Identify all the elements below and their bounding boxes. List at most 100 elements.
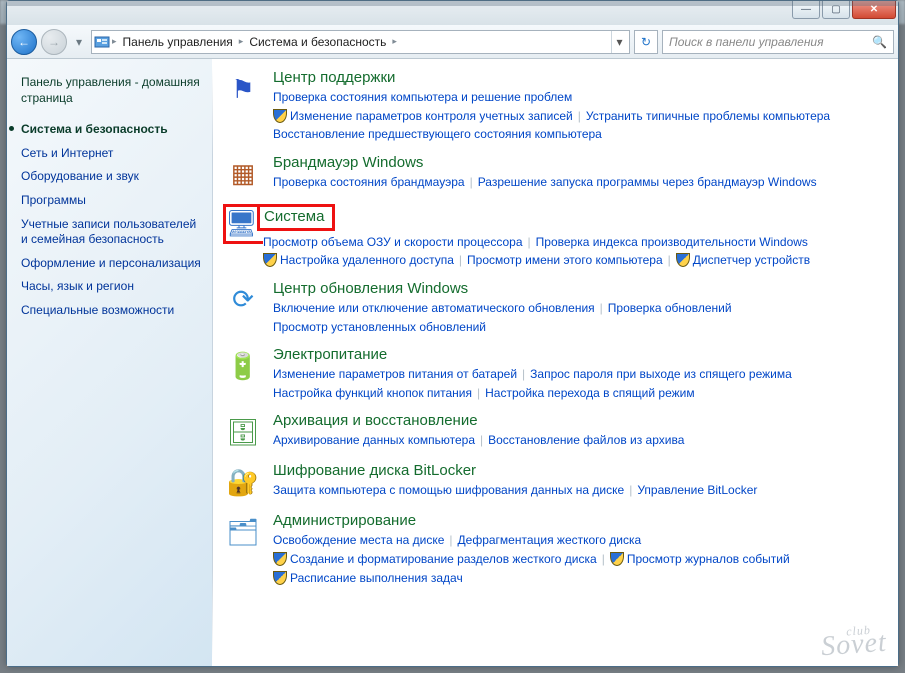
- link-separator: |: [477, 386, 480, 400]
- category: 🔐Шифрование диска BitLockerЗащита компью…: [223, 462, 882, 502]
- uac-shield-icon: [273, 109, 287, 123]
- link-row: Изменение параметров питания от батарей|…: [273, 365, 882, 384]
- task-link[interactable]: Расписание выполнения задач: [290, 571, 463, 585]
- task-link[interactable]: Устранить типичные проблемы компьютера: [586, 109, 830, 123]
- breadcrumb-sep-icon: ▸: [112, 36, 117, 47]
- close-button[interactable]: ✕: [852, 1, 896, 19]
- link-separator: |: [600, 301, 603, 315]
- uac-shield-icon: [263, 253, 277, 267]
- sidebar-item-user-accounts[interactable]: Учетные записи пользователей и семейная …: [21, 213, 204, 252]
- minimize-button[interactable]: —: [792, 1, 820, 19]
- link-separator: |: [602, 552, 605, 566]
- task-link[interactable]: Настройка удаленного доступа: [280, 253, 454, 267]
- task-link[interactable]: Проверка состояния брандмауэра: [273, 175, 465, 189]
- task-link[interactable]: Изменение параметров питания от батарей: [273, 367, 517, 381]
- link-row: Проверка состояния компьютера и решение …: [273, 88, 882, 107]
- sidebar-home-link[interactable]: Панель управления - домашняя страница: [21, 71, 204, 110]
- task-link[interactable]: Проверка индекса производительности Wind…: [536, 235, 808, 249]
- category-title-link[interactable]: Центр обновления Windows: [273, 280, 468, 297]
- sidebar-item-ease-of-access[interactable]: Специальные возможности: [21, 299, 204, 323]
- category-body: Шифрование диска BitLocker Защита компьют…: [273, 462, 882, 502]
- task-link[interactable]: Разрешение запуска программы через бранд…: [478, 175, 817, 189]
- category: ▦Брандмауэр WindowsПроверка состояния бр…: [223, 154, 882, 194]
- uac-shield-icon: [273, 571, 287, 585]
- titlebar[interactable]: — ▢ ✕: [7, 1, 898, 25]
- category-title-link[interactable]: Система: [257, 204, 335, 231]
- sidebar-item-programs[interactable]: Программы: [21, 189, 204, 213]
- sidebar: Панель управления - домашняя страница Си…: [7, 59, 212, 666]
- category: ⚑ Центр поддержки Проверка состояния компь…: [223, 69, 882, 144]
- content-pane: ⚑ Центр поддержки Проверка состояния компь…: [213, 59, 898, 666]
- breadcrumb-dropdown[interactable]: ▾: [611, 31, 627, 53]
- task-link[interactable]: Проверка состояния компьютера и решение …: [273, 90, 572, 104]
- category-title-link[interactable]: Архивация и восстановление: [273, 412, 478, 429]
- control-panel-icon: [94, 34, 110, 50]
- task-link[interactable]: Дефрагментация жесткого диска: [458, 533, 642, 547]
- link-row: Архивирование данных компьютера|Восстано…: [273, 431, 882, 450]
- task-link[interactable]: Восстановление предшествующего состояния…: [273, 127, 602, 141]
- sidebar-item-network[interactable]: Сеть и Интернет: [21, 142, 204, 166]
- sidebar-item-clock-lang-region[interactable]: Часы, язык и регион: [21, 275, 204, 299]
- category-title-link[interactable]: Администрирование: [273, 512, 416, 529]
- flag-icon: ⚑: [223, 69, 263, 109]
- link-row: Изменение параметров контроля учетных за…: [273, 107, 882, 126]
- category: 🗂АдминистрированиеОсвобождение места на …: [223, 512, 882, 587]
- link-row: Настройка удаленного доступа | Просмотр им…: [263, 251, 882, 270]
- category-body: Центр поддержки Проверка состояния компью…: [273, 69, 882, 144]
- forward-button[interactable]: →: [41, 29, 67, 55]
- category: 🖥СистемаПросмотр объема ОЗУ и скорости п…: [223, 204, 882, 270]
- breadcrumb-sep-icon: ▸: [239, 36, 244, 47]
- task-link[interactable]: Просмотр объема ОЗУ и скорости процессор…: [263, 235, 523, 249]
- task-link[interactable]: Проверка обновлений: [608, 301, 732, 315]
- link-row: Защита компьютера с помощью шифрования д…: [273, 481, 882, 500]
- back-button[interactable]: ←: [11, 29, 37, 55]
- link-separator: |: [629, 483, 632, 497]
- breadcrumb-item[interactable]: Панель управления: [119, 35, 237, 49]
- category-title-link[interactable]: Электропитание: [273, 346, 387, 363]
- sidebar-item-system-security[interactable]: Система и безопасность: [21, 118, 204, 142]
- task-link[interactable]: Настройка перехода в спящий режим: [485, 386, 694, 400]
- task-link[interactable]: Диспетчер устройств: [693, 253, 810, 267]
- task-link[interactable]: Управление BitLocker: [637, 483, 757, 497]
- uac-shield-icon: [676, 253, 690, 267]
- task-link[interactable]: Запрос пароля при выходе из спящего режи…: [530, 367, 792, 381]
- backup-icon: 🗄: [223, 412, 263, 452]
- category-title-link[interactable]: Брандмауэр Windows: [273, 154, 423, 171]
- task-link[interactable]: Включение или отключение автоматического…: [273, 301, 595, 315]
- task-link[interactable]: Освобождение места на диске: [273, 533, 444, 547]
- category-title-link[interactable]: Центр поддержки: [273, 69, 395, 86]
- task-link[interactable]: Архивирование данных компьютера: [273, 433, 475, 447]
- breadcrumb[interactable]: ▸ Панель управления ▸ Система и безопасн…: [91, 30, 630, 54]
- category: 🗄 Архивация и восстановление Архивирование…: [223, 412, 882, 452]
- power-icon: 🔋: [223, 346, 263, 386]
- task-link[interactable]: Просмотр журналов событий: [627, 552, 790, 566]
- category-body: Администрирование Освобождение места на д…: [273, 512, 882, 587]
- search-input[interactable]: Поиск в панели управления 🔍: [662, 30, 894, 54]
- maximize-button[interactable]: ▢: [822, 1, 850, 19]
- uac-shield-icon: [273, 552, 287, 566]
- category-body: Центр обновления Windows Включение или от…: [273, 280, 882, 336]
- task-link[interactable]: Защита компьютера с помощью шифрования д…: [273, 483, 624, 497]
- task-link[interactable]: Восстановление файлов из архива: [488, 433, 684, 447]
- link-separator: |: [668, 253, 671, 267]
- task-link[interactable]: Просмотр имени этого компьютера: [467, 253, 663, 267]
- task-link[interactable]: Создание и форматирование разделов жестк…: [290, 552, 597, 566]
- link-row: Проверка состояния брандмауэра | Разрешени…: [273, 173, 882, 192]
- task-link[interactable]: Настройка функций кнопок питания: [273, 386, 472, 400]
- link-separator: |: [470, 175, 473, 189]
- breadcrumb-item[interactable]: Система и безопасность: [245, 35, 390, 49]
- breadcrumb-sep-icon: ▸: [392, 36, 397, 47]
- body: Панель управления - домашняя страница Си…: [7, 59, 898, 666]
- sidebar-item-hardware-sound[interactable]: Оборудование и звук: [21, 165, 204, 189]
- category-title-link[interactable]: Шифрование диска BitLocker: [273, 462, 476, 479]
- category-body: СистемаПросмотр объема ОЗУ и скорости пр…: [263, 204, 882, 270]
- history-dropdown[interactable]: ▾: [71, 33, 87, 51]
- search-icon[interactable]: 🔍: [872, 35, 887, 49]
- refresh-button[interactable]: ↻: [634, 30, 658, 54]
- search-placeholder: Поиск в панели управления: [669, 35, 824, 49]
- sidebar-item-appearance[interactable]: Оформление и персонализация: [21, 252, 204, 276]
- link-row: Просмотр объема ОЗУ и скорости процессор…: [263, 233, 882, 252]
- task-link[interactable]: Изменение параметров контроля учетных за…: [290, 109, 573, 123]
- link-row: Освобождение места на диске|Дефрагментац…: [273, 531, 882, 550]
- task-link[interactable]: Просмотр установленных обновлений: [273, 320, 486, 334]
